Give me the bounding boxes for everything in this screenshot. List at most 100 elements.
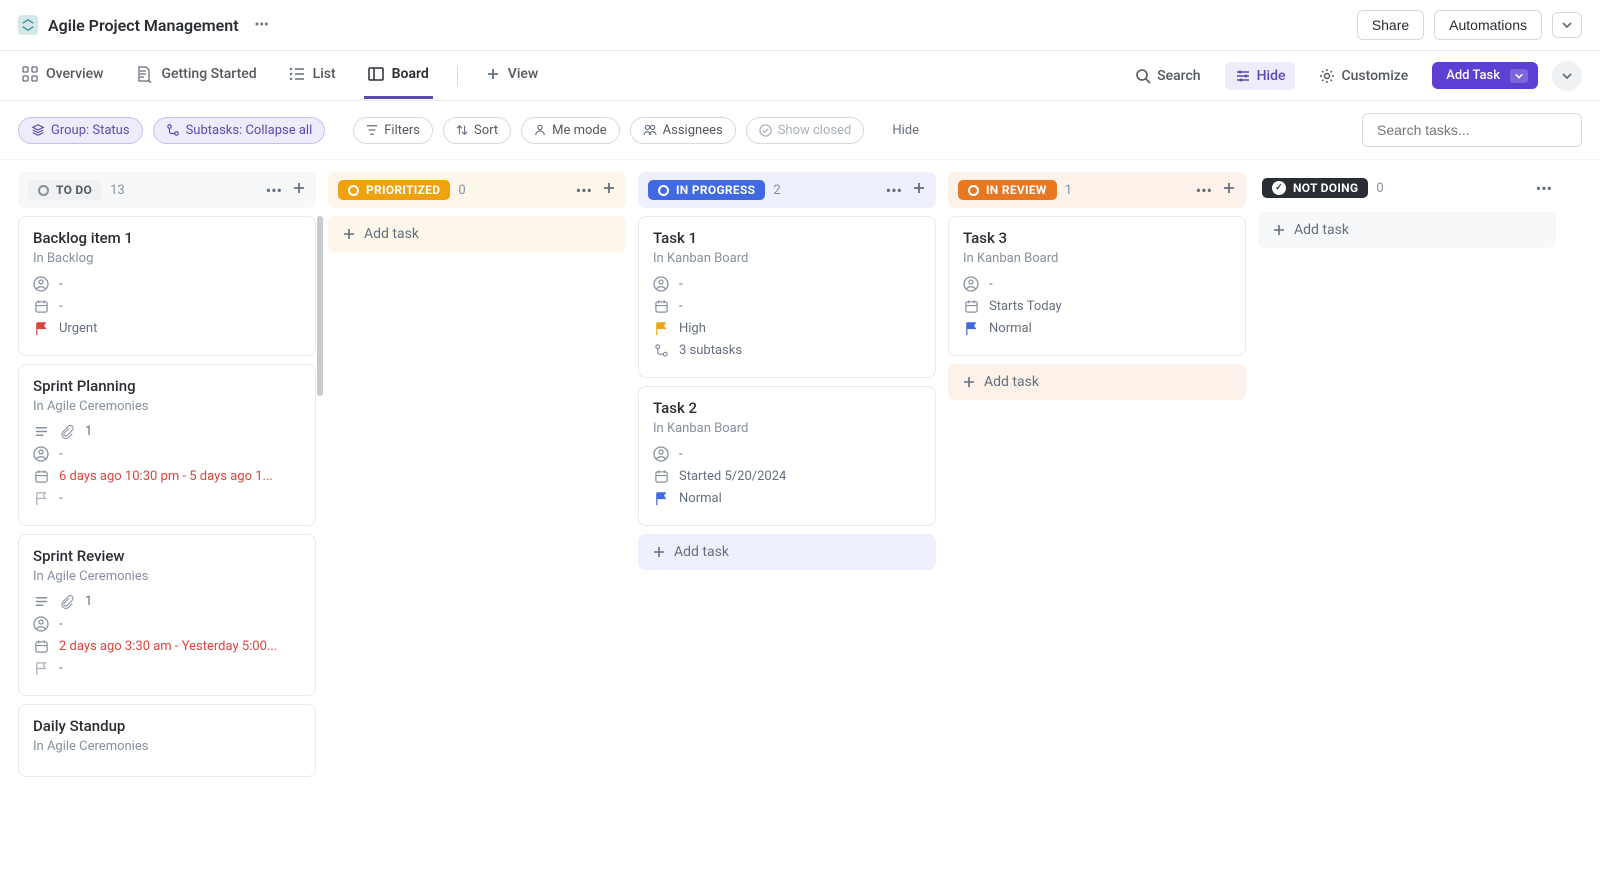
assignee-icon — [33, 616, 49, 632]
tab-getting-started[interactable]: Getting Started — [131, 51, 260, 100]
column-count: 13 — [110, 183, 125, 198]
card-flag-row: - — [33, 661, 301, 676]
show-closed-pill[interactable]: Show closed — [746, 117, 865, 144]
column-add-button[interactable] — [912, 181, 926, 200]
column-in_progress: IN PROGRESS 2 ••• Task 1 In Kanban Board - - Hi… — [638, 172, 936, 570]
add-task-button[interactable]: Add task — [638, 534, 936, 570]
card-subtasks-row: 3 subtasks — [653, 343, 921, 358]
assignee-icon — [653, 446, 669, 462]
assignees-pill[interactable]: Assignees — [630, 117, 736, 144]
column-count: 1 — [1065, 183, 1072, 198]
column-header: TO DO 13 ••• — [18, 172, 316, 208]
status-pill[interactable]: TO DO — [28, 180, 102, 200]
task-card[interactable]: Task 1In Kanban Board--High3 subtasks — [638, 216, 936, 378]
card-title: Backlog item 1 — [33, 229, 301, 247]
attachment-icon — [59, 425, 75, 439]
add-task-label: Add task — [1294, 222, 1349, 238]
column-actions: ••• — [1196, 181, 1236, 200]
description-icon — [33, 424, 49, 439]
search-tasks-input[interactable] — [1362, 113, 1582, 147]
card-flag-row: Normal — [963, 321, 1231, 336]
column-more-button[interactable]: ••• — [886, 181, 902, 200]
customize-action[interactable]: Customize — [1309, 62, 1418, 90]
column-actions: ••• — [1536, 179, 1552, 198]
task-card[interactable]: Task 3In Kanban Board-Starts TodayNormal — [948, 216, 1246, 356]
row-text: High — [679, 321, 706, 336]
hide-filters-button[interactable]: Hide — [882, 118, 929, 143]
card-location: In Agile Ceremonies — [33, 569, 301, 584]
status-label: PRIORITIZED — [366, 183, 440, 197]
tab-list[interactable]: List — [285, 52, 340, 99]
app-icon — [18, 15, 38, 35]
me-mode-pill[interactable]: Me mode — [521, 117, 620, 144]
group-status-pill[interactable]: Group: Status — [18, 117, 143, 144]
gear-icon — [1319, 68, 1335, 84]
card-meta-row: 1 — [33, 594, 301, 609]
status-label: IN REVIEW — [986, 183, 1047, 197]
status-pill[interactable]: PRIORITIZED — [338, 180, 450, 200]
add-view-button[interactable]: View — [482, 52, 543, 99]
card-location: In Kanban Board — [653, 421, 921, 436]
task-card[interactable]: Sprint PlanningIn Agile Ceremonies1-6 da… — [18, 364, 316, 526]
sort-icon — [456, 124, 468, 136]
collapse-button[interactable] — [1552, 61, 1582, 91]
add-task-button[interactable]: Add task — [328, 216, 626, 252]
status-pill[interactable]: ✓NOT DOING — [1262, 178, 1368, 198]
card-assignee-row: - — [33, 276, 301, 292]
card-location: In Kanban Board — [653, 251, 921, 266]
task-card[interactable]: Daily StandupIn Agile Ceremonies — [18, 704, 316, 777]
column-count: 2 — [773, 183, 780, 198]
subtasks-pill[interactable]: Subtasks: Collapse all — [153, 117, 326, 144]
tab-board[interactable]: Board — [364, 52, 433, 99]
card-title: Sprint Planning — [33, 377, 301, 395]
row-text: - — [679, 447, 683, 462]
add-task-primary-button[interactable]: Add Task — [1432, 62, 1538, 89]
card-title: Task 1 — [653, 229, 921, 247]
card-location: In Agile Ceremonies — [33, 399, 301, 414]
column-add-button[interactable] — [602, 181, 616, 200]
column-more-button[interactable]: ••• — [576, 181, 592, 200]
filter-right — [1362, 113, 1582, 147]
scrollbar-thumb[interactable] — [317, 216, 323, 396]
assignee-icon — [33, 446, 49, 462]
add-task-button[interactable]: Add task — [948, 364, 1246, 400]
plus-icon — [652, 545, 666, 559]
sort-pill[interactable]: Sort — [443, 117, 511, 144]
share-button[interactable]: Share — [1357, 10, 1424, 40]
calendar-icon — [653, 299, 669, 314]
task-card[interactable]: Sprint ReviewIn Agile Ceremonies1-2 days… — [18, 534, 316, 696]
status-circle-icon — [348, 185, 359, 196]
tab-overview[interactable]: Overview — [18, 52, 107, 99]
column-header: IN REVIEW 1 ••• — [948, 172, 1246, 208]
task-card[interactable]: Backlog item 1In Backlog--Urgent — [18, 216, 316, 356]
subtasks-icon — [653, 343, 669, 358]
calendar-icon — [653, 469, 669, 484]
status-pill[interactable]: IN REVIEW — [958, 180, 1057, 200]
column-more-button[interactable]: ••• — [1196, 181, 1212, 200]
top-left: Agile Project Management ••• — [18, 13, 275, 37]
task-card[interactable]: Task 2In Kanban Board-Started 5/20/2024N… — [638, 386, 936, 526]
more-options-button[interactable]: ••• — [249, 13, 275, 37]
row-text: - — [59, 277, 63, 292]
automations-button[interactable]: Automations — [1434, 10, 1542, 40]
filters-pill[interactable]: Filters — [353, 117, 433, 144]
board-icon — [368, 66, 384, 82]
add-task-button[interactable]: Add task — [1258, 212, 1556, 248]
status-pill[interactable]: IN PROGRESS — [648, 180, 765, 200]
search-action[interactable]: Search — [1125, 62, 1210, 90]
top-bar: Agile Project Management ••• Share Autom… — [0, 0, 1600, 51]
column-more-button[interactable]: ••• — [266, 181, 282, 200]
card-assignee-row: - — [33, 446, 301, 462]
card-assignee-row: - — [963, 276, 1231, 292]
column-header: ✓NOT DOING0••• — [1258, 172, 1556, 204]
column-more-button[interactable]: ••• — [1536, 179, 1552, 198]
assignee-icon — [653, 276, 669, 292]
column-add-button[interactable] — [292, 181, 306, 200]
calendar-icon — [963, 299, 979, 314]
card-title: Task 2 — [653, 399, 921, 417]
hide-action[interactable]: Hide — [1225, 62, 1296, 90]
automations-caret-button[interactable] — [1552, 12, 1582, 38]
row-text: - — [679, 277, 683, 292]
attachment-icon — [59, 595, 75, 609]
column-add-button[interactable] — [1222, 181, 1236, 200]
